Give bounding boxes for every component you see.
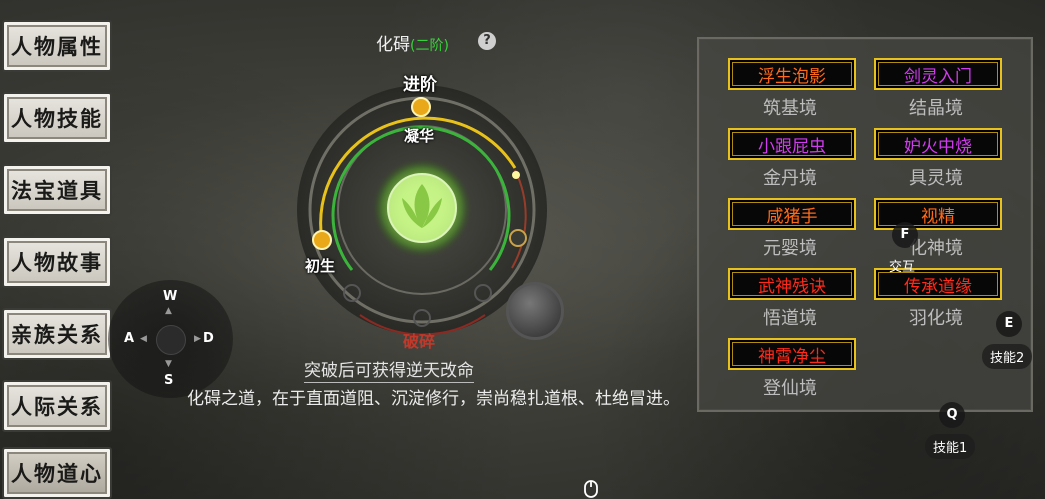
ring-label-condense: 凝华 xyxy=(404,127,435,145)
joystick-knob[interactable] xyxy=(156,325,186,355)
dao-heart-title: 化碍(二阶) xyxy=(376,35,449,55)
tab-character-skills[interactable]: 人物技能 xyxy=(2,92,112,144)
realm-name-3: 具灵境 xyxy=(909,168,963,189)
virtual-joystick[interactable]: W ▲ A ◀ ▶ D ▼ S xyxy=(108,280,233,398)
realm-tag-1[interactable]: 剑灵入门 xyxy=(874,58,1002,90)
realm-name-0: 筑基境 xyxy=(763,98,817,119)
node-top[interactable] xyxy=(411,97,431,117)
ring-label-initial: 初生 xyxy=(305,257,336,275)
tab-character-attributes[interactable]: 人物属性 xyxy=(2,20,112,72)
realm-tag-8[interactable]: 神霄净尘 xyxy=(728,338,856,370)
interact-label: 交互 xyxy=(889,260,916,275)
joystick-key-down: S xyxy=(164,373,174,388)
tab-dao-heart[interactable]: 人物道心 xyxy=(2,447,112,499)
realm-name-2: 金丹境 xyxy=(763,168,817,189)
realm-tag-0[interactable]: 浮生泡影 xyxy=(728,58,856,90)
arrow-left-icon: ◀ xyxy=(140,334,147,344)
mouse-icon xyxy=(584,480,598,498)
joystick-key-right: D xyxy=(203,331,214,346)
skill2-label: 技能2 xyxy=(982,344,1033,369)
arrow-down-icon: ▼ xyxy=(165,359,172,369)
node-right-spark xyxy=(512,171,520,179)
node-left[interactable] xyxy=(312,230,332,250)
interact-key-button[interactable]: F xyxy=(892,222,918,248)
realm-tag-6[interactable]: 武神残诀 xyxy=(728,268,856,300)
arrow-right-icon: ▶ xyxy=(194,334,201,344)
tab-kin-relations[interactable]: 亲族关系 xyxy=(2,308,112,360)
ring-label-break: 破碎 xyxy=(403,332,436,351)
help-icon[interactable]: ? xyxy=(478,32,496,50)
realm-tag-3[interactable]: 妒火中烧 xyxy=(874,128,1002,160)
dao-description: 化碍之道，在于直面道阻、沉淀修行，崇尚稳扎道根、杜绝冒进。 xyxy=(187,389,680,409)
realm-tag-5[interactable]: 视精 xyxy=(874,198,1002,230)
side-orb-button[interactable] xyxy=(506,282,564,340)
tab-character-story[interactable]: 人物故事 xyxy=(2,236,112,288)
tab-treasures-items[interactable]: 法宝道具 xyxy=(2,164,112,216)
breakthrough-hint: 突破后可获得逆天改命 xyxy=(304,356,474,383)
arrow-up-icon: ▲ xyxy=(165,306,172,316)
skill1-label: 技能1 xyxy=(925,434,976,459)
skill2-key-button[interactable]: E xyxy=(996,311,1022,337)
realm-name-4: 元婴境 xyxy=(763,238,817,259)
realm-tag-4[interactable]: 咸猪手 xyxy=(728,198,856,230)
realm-name-6: 悟道境 xyxy=(763,308,817,329)
node-right[interactable] xyxy=(509,229,527,247)
realm-name-8: 登仙境 xyxy=(763,378,817,399)
joystick-key-left: A xyxy=(124,331,135,346)
stage-level: (二阶) xyxy=(410,38,449,54)
realm-tag-2[interactable]: 小跟屁虫 xyxy=(728,128,856,160)
tab-social-relations[interactable]: 人际关系 xyxy=(2,380,112,432)
realm-name-7: 羽化境 xyxy=(909,308,963,329)
realm-name-1: 结晶境 xyxy=(909,98,963,119)
skill1-key-button[interactable]: Q xyxy=(939,402,965,428)
ring-label-advance: 进阶 xyxy=(403,75,437,95)
joystick-key-up: W xyxy=(163,289,178,304)
